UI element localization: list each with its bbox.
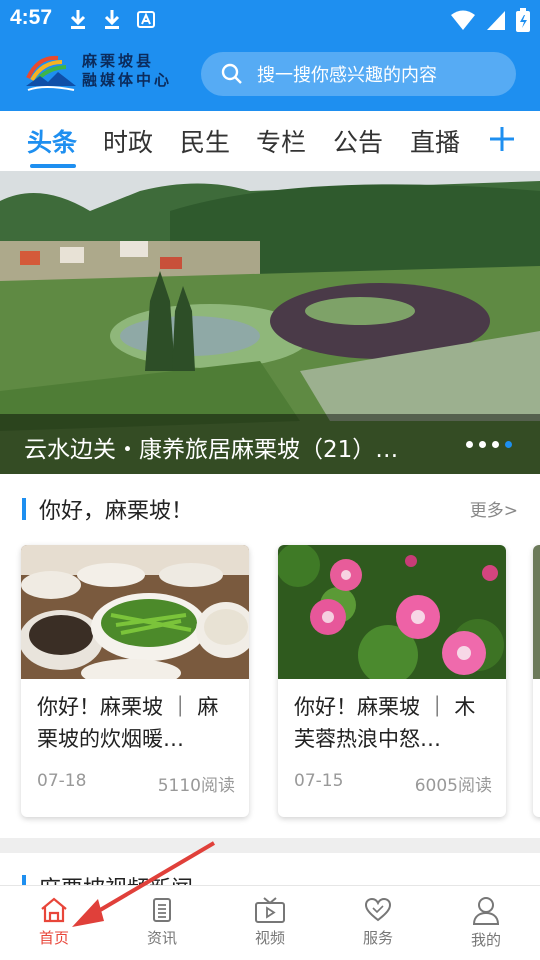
search-placeholder: 搜一搜你感兴趣的内容 — [257, 65, 437, 86]
carousel-dots — [466, 441, 512, 448]
bottom-navigation: 首页 资讯 视频 服务 我的 — [0, 885, 540, 960]
nav-video[interactable]: 视频 — [235, 896, 305, 948]
tab-headlines[interactable]: 头条 — [27, 123, 77, 159]
nav-news-label: 资讯 — [146, 929, 177, 947]
section-header: 你好，麻栗坡！ 更多> — [0, 484, 540, 534]
card-date: 07-15 — [294, 771, 344, 791]
card-date: 07-18 — [37, 771, 87, 791]
nav-news[interactable]: 资讯 — [127, 896, 197, 948]
tab-live[interactable]: 直播 — [410, 123, 460, 159]
card-title: 你好！麻栗坡 ｜ 木芙蓉热浪中怒… — [294, 695, 476, 751]
app-header: 4:57 麻栗坡县 融媒体中心 搜一搜你感兴趣的内容 — [0, 0, 540, 111]
add-tab-icon[interactable] — [487, 124, 517, 154]
nav-profile-label: 我的 — [470, 931, 501, 949]
logo-line1: 麻栗坡县 — [82, 52, 155, 70]
more-link[interactable]: 更多> — [470, 496, 518, 521]
nav-home-label: 首页 — [38, 929, 69, 947]
card-read-count: 5110阅读 — [157, 776, 235, 796]
banner-title: 云水边关・康养旅居麻栗坡（21）… — [24, 437, 399, 463]
font-app-icon — [137, 11, 155, 28]
battery-icon — [516, 8, 530, 32]
tab-announcements[interactable]: 公告 — [333, 123, 383, 159]
section-accent-bar — [22, 498, 26, 520]
hibiscus-flowers-photo — [278, 545, 506, 679]
app-logo: 麻栗坡县 融媒体中心 — [24, 50, 184, 96]
wifi-icon — [451, 10, 475, 30]
food-table-photo — [21, 545, 249, 679]
tab-livelihood[interactable]: 民生 — [180, 123, 230, 159]
status-bar: 4:57 — [0, 0, 540, 38]
signal-icon — [487, 11, 505, 30]
nav-profile[interactable]: 我的 — [451, 896, 521, 950]
search-icon — [221, 63, 242, 84]
news-card[interactable]: 你好！麻栗坡 ｜ 木芙蓉热浪中怒… 07-15 6005阅读 — [278, 545, 506, 817]
section-divider — [0, 838, 540, 853]
news-icon — [153, 898, 171, 922]
download-icon — [104, 10, 120, 29]
carousel-dot — [466, 441, 473, 448]
active-tab-indicator — [30, 164, 76, 168]
user-icon — [472, 897, 500, 925]
tab-politics[interactable]: 时政 — [103, 123, 153, 159]
banner-carousel[interactable]: 云水边关・康养旅居麻栗坡（21）… — [0, 171, 540, 474]
search-bar[interactable]: 搜一搜你感兴趣的内容 — [201, 52, 516, 96]
category-tabs: 头条 时政 民生 专栏 公告 直播 — [0, 111, 540, 171]
card-read-count: 6005阅读 — [414, 776, 492, 796]
nav-video-label: 视频 — [254, 929, 285, 947]
logo-line2: 融媒体中心 — [82, 71, 173, 89]
carousel-dot — [479, 441, 486, 448]
heart-hands-icon — [364, 897, 392, 922]
banner-caption: 云水边关・康养旅居麻栗坡（21）… — [0, 414, 540, 474]
tv-icon — [255, 897, 285, 923]
download-icon — [70, 10, 86, 29]
news-card[interactable]: 你好！麻栗坡 ｜ 麻栗坡的炊烟暖… 07-18 5110阅读 — [21, 545, 249, 817]
tab-columns[interactable]: 专栏 — [256, 123, 306, 159]
logo-emblem-icon — [26, 55, 76, 91]
nav-services-label: 服务 — [362, 929, 393, 947]
news-card-peek[interactable] — [533, 545, 540, 817]
carousel-dot — [492, 441, 499, 448]
nav-services[interactable]: 服务 — [343, 896, 413, 948]
home-icon — [41, 897, 67, 923]
section-title: 你好，麻栗坡！ — [39, 499, 194, 524]
nav-home[interactable]: 首页 — [19, 896, 89, 948]
carousel-dot-active — [505, 441, 512, 448]
card-title: 你好！麻栗坡 ｜ 麻栗坡的炊烟暖… — [37, 695, 219, 751]
card-image-peek — [533, 545, 540, 679]
status-time: 4:57 — [10, 6, 53, 29]
